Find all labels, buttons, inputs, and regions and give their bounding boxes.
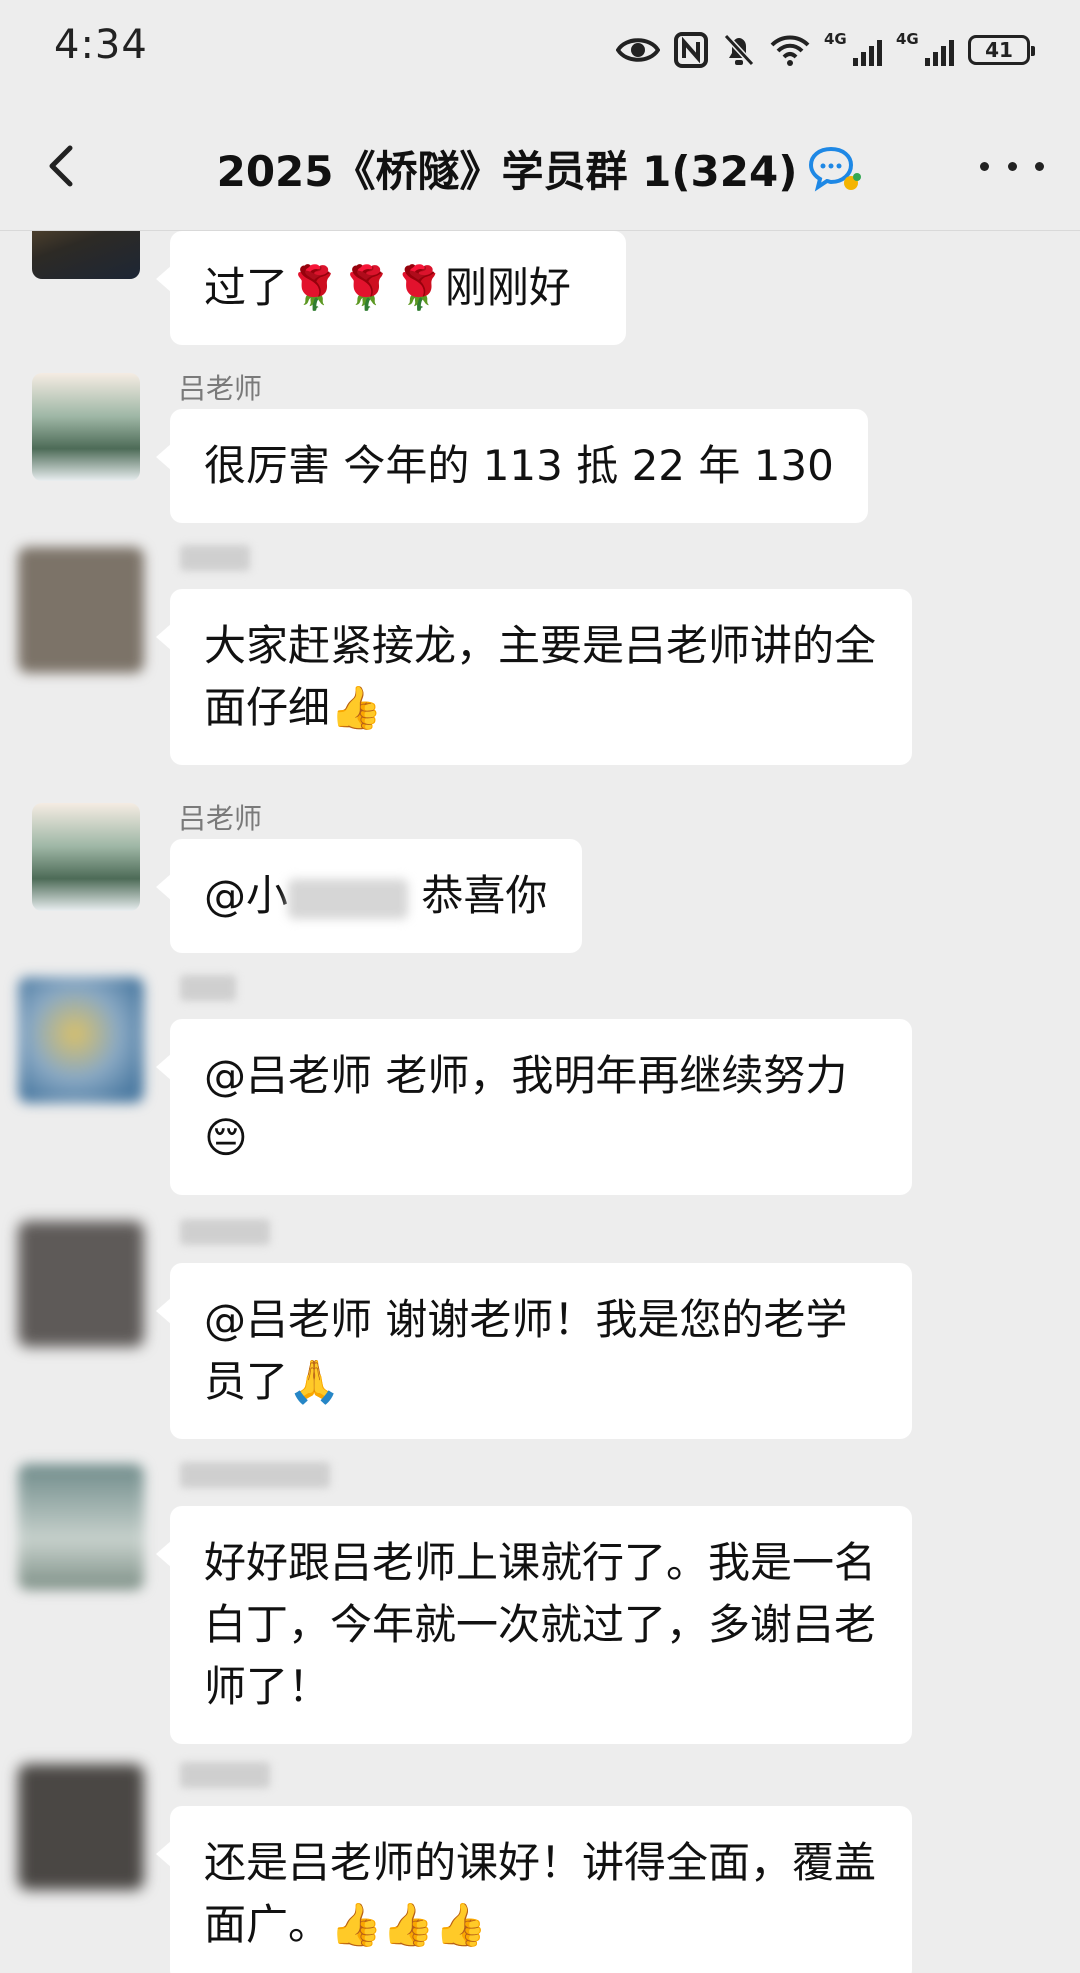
- sender-name-blurred: [180, 975, 236, 1001]
- battery-indicator: 41: [968, 35, 1035, 65]
- avatar[interactable]: [18, 1764, 144, 1890]
- avatar[interactable]: [18, 1464, 144, 1590]
- chat-message-list[interactable]: 过了🌹🌹🌹刚刚好 吕老师 很厉害 今年的 113 抵 22 年 130 大家赶紧…: [0, 231, 1080, 1973]
- eye-icon: [616, 38, 660, 62]
- avatar[interactable]: [18, 977, 144, 1103]
- message-text-prefix: @小: [204, 871, 289, 920]
- sender-name: 吕老师: [178, 802, 263, 835]
- message-bubble[interactable]: 很厉害 今年的 113 抵 22 年 130: [156, 409, 868, 523]
- chat-bubble-icon[interactable]: [807, 145, 863, 193]
- signal-4g-2: 4G: [896, 30, 954, 70]
- message-bubble[interactable]: 好好跟吕老师上课就行了。我是一名白丁，今年就一次就过了，多谢吕老师了！: [156, 1506, 912, 1744]
- message-bubble[interactable]: 过了🌹🌹🌹刚刚好: [156, 231, 626, 345]
- avatar[interactable]: [32, 373, 140, 481]
- avatar[interactable]: [32, 803, 140, 911]
- message-bubble[interactable]: 还是吕老师的课好！讲得全面，覆盖面广。👍👍👍: [156, 1806, 912, 1973]
- message-bubble[interactable]: @吕老师 老师，我明年再继续努力😔: [156, 1019, 912, 1195]
- sender-name-blurred: [180, 1462, 330, 1488]
- avatar[interactable]: [32, 231, 140, 279]
- message-text: 过了🌹🌹🌹刚刚好: [204, 263, 571, 312]
- avatar[interactable]: [18, 1221, 144, 1347]
- chat-header: 2025《桥隧》学员群 1(324): [0, 100, 1080, 231]
- message-text: @吕老师 谢谢老师！我是您的老学员了🙏: [204, 1295, 848, 1406]
- more-dots-icon[interactable]: [980, 144, 1044, 188]
- message-text: 很厉害 今年的 113 抵 22 年 130: [204, 441, 834, 490]
- message-text-suffix: 恭喜你: [408, 871, 548, 920]
- message-text: @吕老师 老师，我明年再继续努力😔: [204, 1051, 848, 1162]
- sender-name-blurred: [180, 1762, 270, 1788]
- status-time: 4:34: [54, 22, 148, 68]
- message-bubble[interactable]: @吕老师 谢谢老师！我是您的老学员了🙏: [156, 1263, 912, 1439]
- group-title: 2025《桥隧》学员群 1(324): [216, 147, 798, 196]
- bell-off-icon: [723, 33, 755, 67]
- message-text: 还是吕老师的课好！讲得全面，覆盖面广。👍👍👍: [204, 1838, 877, 1949]
- nfc-icon: [674, 32, 708, 68]
- message-bubble[interactable]: @小 恭喜你: [156, 839, 582, 953]
- message-text: 大家赶紧接龙，主要是吕老师讲的全面仔细👍: [204, 621, 877, 732]
- signal-4g-1: 4G: [824, 30, 882, 70]
- status-icons: 4G 4G 41: [616, 26, 1035, 74]
- wifi-icon: [770, 35, 810, 66]
- sender-name-blurred: [180, 1219, 270, 1245]
- status-bar: 4:34 4G 4G 41: [0, 0, 1080, 100]
- avatar[interactable]: [18, 547, 144, 673]
- sender-name: 吕老师: [178, 372, 263, 405]
- message-bubble[interactable]: 大家赶紧接龙，主要是吕老师讲的全面仔细👍: [156, 589, 912, 765]
- message-text: 好好跟吕老师上课就行了。我是一名白丁，今年就一次就过了，多谢吕老师了！: [204, 1538, 877, 1711]
- sender-name-blurred: [180, 545, 250, 571]
- mention-name-blurred: [288, 878, 409, 919]
